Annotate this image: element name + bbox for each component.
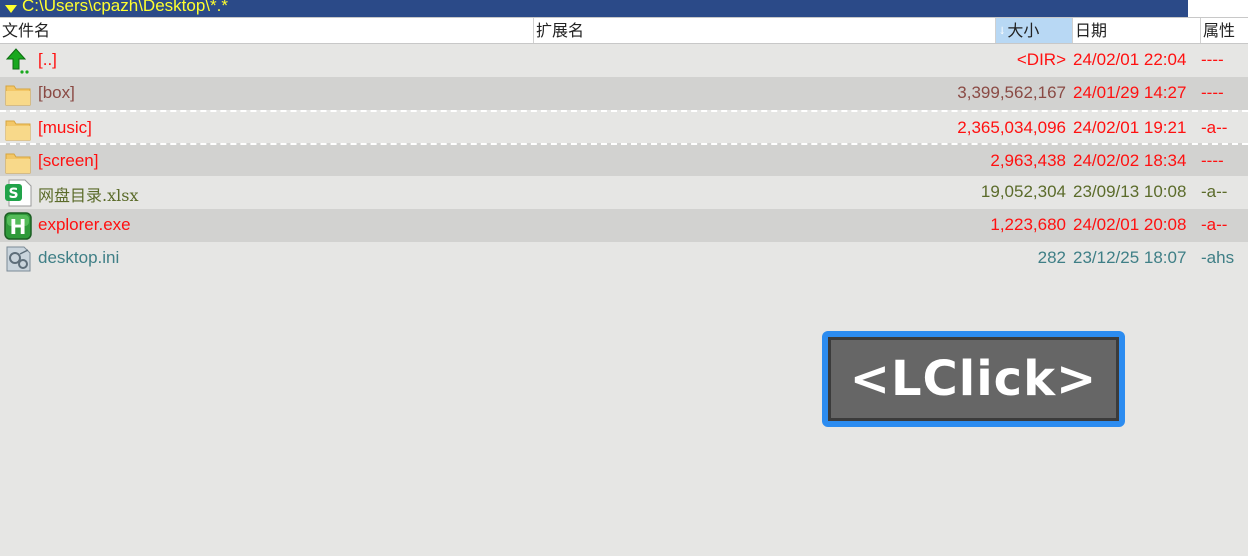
list-item[interactable]: desktop.ini 282 23/12/25 18:07 -ahs	[0, 242, 1248, 275]
list-item[interactable]: [screen] 2,963,438 24/02/02 18:34 ----	[0, 143, 1248, 176]
file-date: 23/09/13 10:08	[1073, 182, 1187, 201]
file-date: 24/02/01 22:04	[1073, 50, 1187, 69]
ini-file-icon	[6, 246, 31, 272]
column-header-attr[interactable]: 属性	[1201, 18, 1248, 43]
column-header-size[interactable]: ↓大小	[996, 18, 1073, 43]
chevron-down-icon[interactable]	[5, 5, 17, 13]
file-size: 282	[1037, 248, 1066, 267]
column-header-name[interactable]: 文件名	[0, 18, 534, 43]
path-bar[interactable]: C:\Users\cpazh\Desktop\*.*	[0, 0, 1248, 17]
file-name: [box]	[38, 83, 75, 102]
current-path: C:\Users\cpazh\Desktop\*.*	[22, 0, 228, 15]
file-name: [..]	[38, 50, 57, 69]
click-indicator-label: <LClick>	[849, 351, 1098, 407]
file-date: 24/01/29 14:27	[1073, 83, 1187, 102]
file-size: 2,963,438	[990, 151, 1066, 170]
file-name: 网盘目录.xlsx	[38, 186, 139, 205]
list-item[interactable]: [..] <DIR> 24/02/01 22:04 ----	[0, 44, 1248, 77]
click-indicator-inner: <LClick>	[828, 337, 1119, 421]
file-name: [music]	[38, 118, 92, 137]
file-attr: -a--	[1201, 215, 1228, 234]
list-item[interactable]: S 网盘目录.xlsx 19,052,304 23/09/13 10:08 -a…	[0, 176, 1248, 209]
column-header-ext[interactable]: 扩展名	[534, 18, 996, 43]
file-size: 2,365,034,096	[957, 118, 1066, 137]
file-name: explorer.exe	[38, 215, 131, 234]
file-attr: -a--	[1201, 182, 1228, 201]
folder-icon	[5, 85, 31, 106]
file-name: [screen]	[38, 151, 99, 170]
svg-text:S: S	[8, 186, 18, 202]
file-size: 1,223,680	[990, 215, 1066, 234]
list-item[interactable]: H explorer.exe 1,223,680 24/02/01 20:08 …	[0, 209, 1248, 242]
file-date: 24/02/02 18:34	[1073, 151, 1187, 170]
file-name: desktop.ini	[38, 248, 120, 267]
file-size: 19,052,304	[980, 182, 1066, 201]
file-date: 23/12/25 18:07	[1073, 248, 1187, 267]
list-item[interactable]: [box] 3,399,562,167 24/01/29 14:27 ----	[0, 77, 1248, 110]
file-date: 24/02/01 20:08	[1073, 215, 1187, 234]
exe-icon: H	[4, 212, 32, 240]
up-dir-icon	[5, 48, 29, 74]
file-size: 3,399,562,167	[957, 83, 1066, 102]
file-attr: -ahs	[1201, 248, 1235, 267]
file-date: 24/02/01 19:21	[1073, 118, 1187, 137]
file-attr: ----	[1201, 151, 1224, 170]
column-header-date[interactable]: 日期	[1073, 18, 1201, 43]
spreadsheet-icon: S	[5, 179, 32, 207]
folder-icon	[5, 153, 31, 174]
file-size: <DIR>	[1016, 50, 1066, 69]
column-header: 文件名 扩展名 ↓大小 日期 属性	[0, 17, 1248, 44]
file-attr: ----	[1201, 83, 1224, 102]
svg-text:H: H	[10, 215, 27, 239]
folder-icon	[5, 120, 31, 141]
list-item[interactable]: [music] 2,365,034,096 24/02/01 19:21 -a-…	[0, 110, 1248, 143]
sort-arrow-icon: ↓	[998, 26, 1007, 37]
file-attr: ----	[1201, 50, 1224, 69]
click-indicator-overlay: <LClick>	[822, 331, 1125, 427]
file-attr: -a--	[1201, 118, 1228, 137]
